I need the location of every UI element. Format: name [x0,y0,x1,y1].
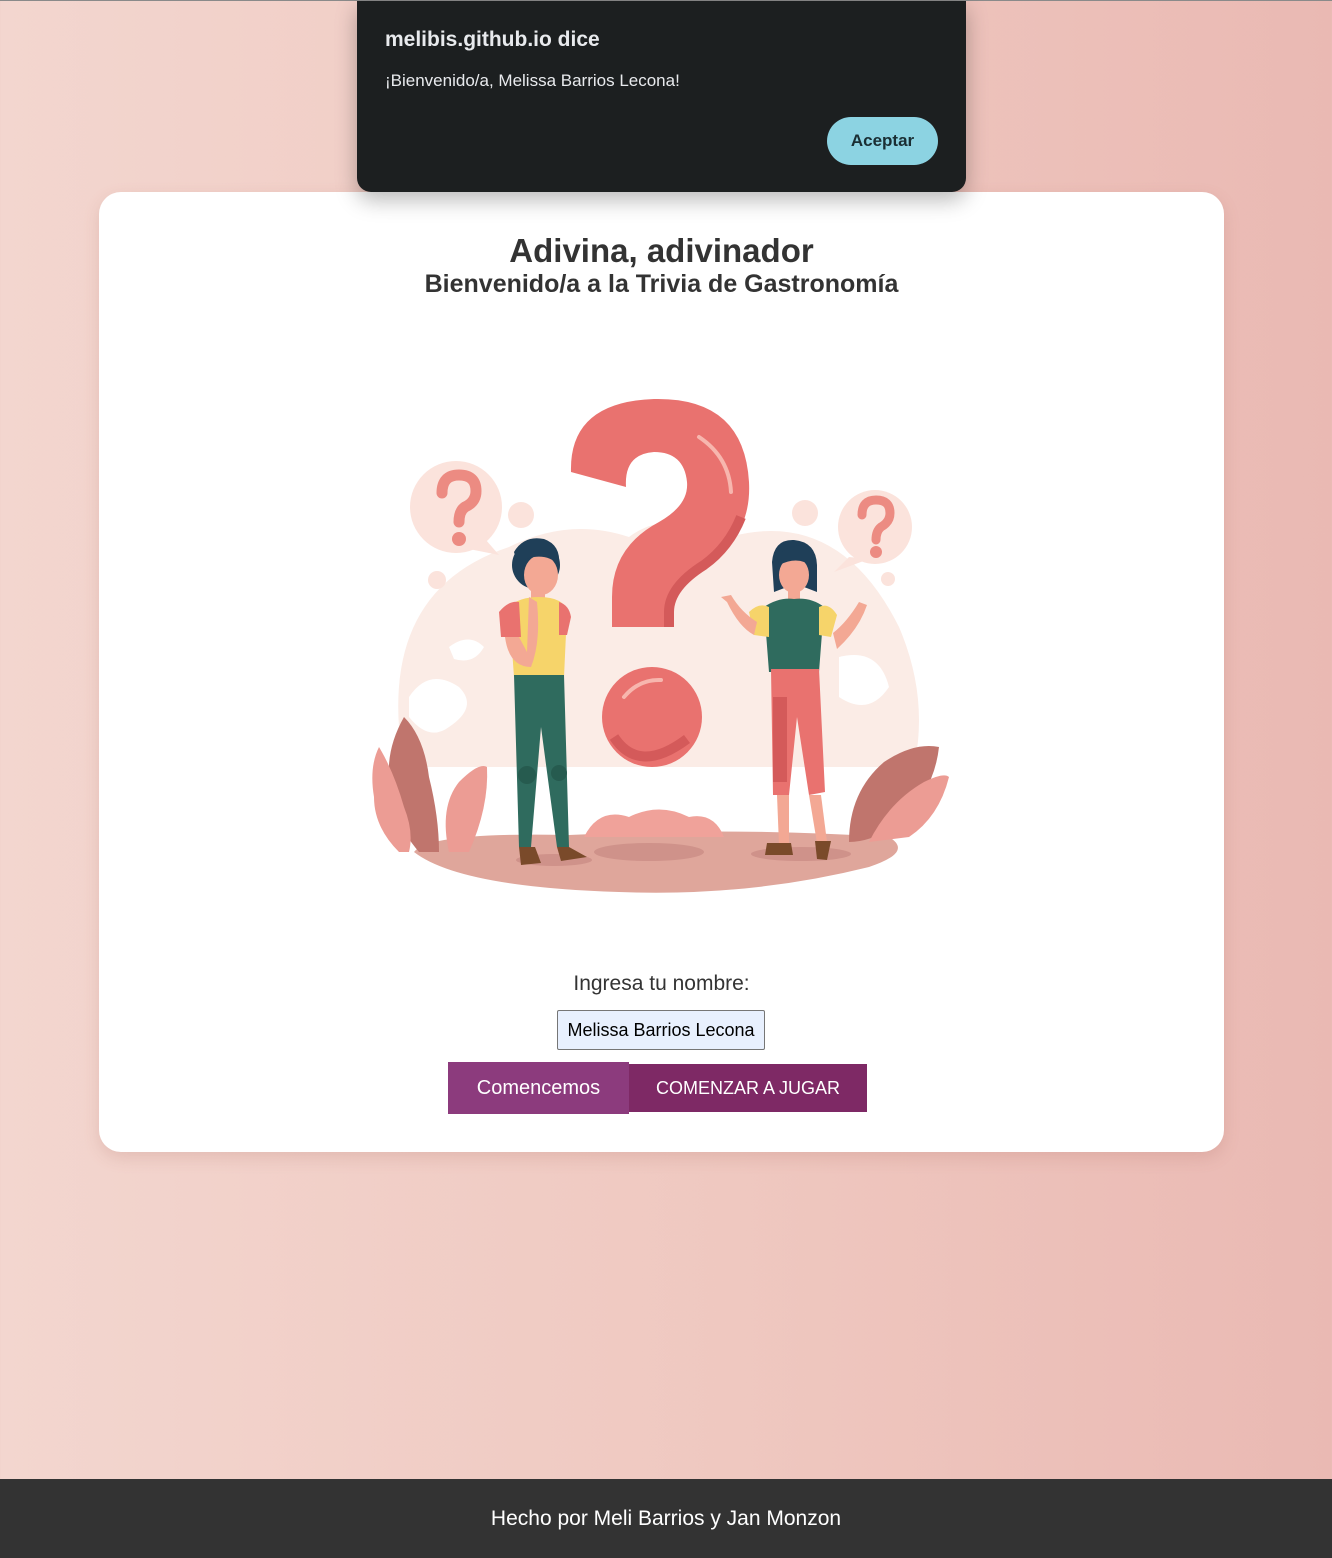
welcome-card: Adivina, adivinador Bienvenido/a a la Tr… [99,192,1224,1152]
dialog-origin: melibis.github.io dice [385,28,600,51]
alert-dialog: melibis.github.io dice ¡Bienvenido/a, Me… [357,1,966,192]
name-input[interactable] [557,1010,765,1050]
page-title: Adivina, adivinador [509,232,814,269]
play-button[interactable]: COMENZAR A JUGAR [629,1064,867,1112]
name-label: Ingresa tu nombre: [573,972,750,995]
footer: Hecho por Meli Barrios y Jan Monzon [0,1479,1332,1558]
dialog-message: ¡Bienvenido/a, Melissa Barrios Lecona! [385,71,680,90]
accept-button[interactable]: Aceptar [827,117,938,165]
footer-credits: Hecho por Meli Barrios y Jan Monzon [490,1507,842,1530]
question-illustration [372,398,949,893]
start-button[interactable]: Comencemos [448,1062,629,1114]
page-subtitle: Bienvenido/a a la Trivia de Gastronomía [424,270,899,298]
